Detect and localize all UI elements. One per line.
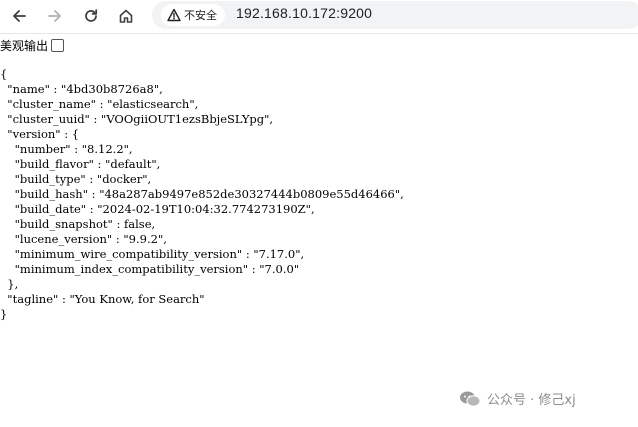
reload-icon	[85, 9, 98, 22]
home-icon	[119, 9, 133, 23]
watermark-text: 公众号 · 修己xj	[487, 393, 576, 408]
browser-toolbar: 不安全 192.168.10.172:9200	[0, 0, 638, 34]
warning-triangle-icon	[167, 8, 181, 22]
pretty-print-label: 美观输出	[0, 38, 49, 53]
url-text[interactable]: 192.168.10.172:9200	[236, 5, 372, 21]
pretty-print-checkbox[interactable]	[51, 38, 65, 52]
address-bar[interactable]: 不安全 192.168.10.172:9200	[152, 1, 638, 29]
arrow-left-icon	[13, 10, 26, 22]
forward-button[interactable]	[42, 3, 68, 29]
arrow-right-icon	[48, 10, 61, 22]
watermark: 公众号 · 修己xj	[459, 389, 576, 408]
security-indicator[interactable]: 不安全	[161, 4, 225, 26]
json-response-body: { "name" : "4bd30b8726a8", "cluster_name…	[0, 67, 404, 321]
wechat-logo-icon	[460, 391, 481, 407]
home-button[interactable]	[113, 3, 139, 29]
security-label: 不安全	[184, 9, 217, 22]
pretty-print-bar: 美观输出	[0, 36, 65, 54]
back-button[interactable]	[6, 3, 32, 29]
reload-button[interactable]	[78, 3, 104, 29]
